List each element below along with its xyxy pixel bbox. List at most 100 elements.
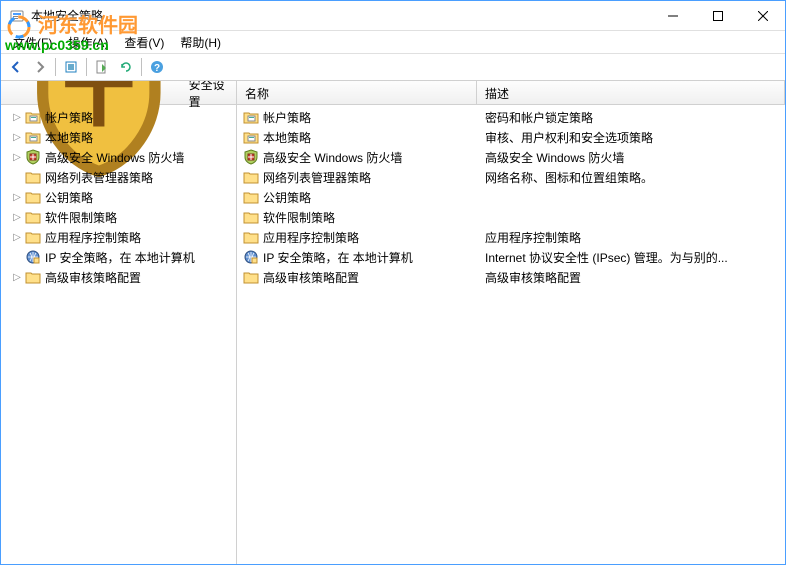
- expander-icon[interactable]: ▷: [9, 152, 25, 163]
- back-icon: [8, 59, 24, 75]
- expander-icon[interactable]: ▷: [9, 272, 25, 283]
- folder-policy-icon: [243, 129, 259, 145]
- list-row[interactable]: 帐户策略 密码和帐户锁定策略: [237, 107, 785, 127]
- menu-view[interactable]: 查看(V): [116, 32, 172, 53]
- menu-file[interactable]: 文件(F): [5, 32, 60, 53]
- list-item-desc: 应用程序控制策略: [477, 229, 785, 246]
- tree-item-label: 应用程序控制策略: [45, 229, 141, 246]
- export-button[interactable]: [91, 56, 113, 78]
- list-item-name: 应用程序控制策略: [263, 229, 359, 246]
- content-area: 安全设置 ▷帐户策略▷本地策略▷高级安全 Windows 防火墙网络列表管理器策…: [1, 81, 785, 564]
- tree-item-label: 本地策略: [45, 129, 93, 146]
- list-item-name: 本地策略: [263, 129, 311, 146]
- maximize-icon: [713, 11, 723, 21]
- refresh-icon: [118, 59, 134, 75]
- column-name[interactable]: 名称: [237, 81, 477, 104]
- folder-icon: [25, 229, 41, 245]
- list-item-name: 网络列表管理器策略: [263, 169, 371, 186]
- list-body: 帐户策略密码和帐户锁定策略本地策略审核、用户权利和安全选项策略高级安全 Wind…: [237, 105, 785, 289]
- titlebar: 本地安全策略: [1, 1, 785, 31]
- expander-icon[interactable]: ▷: [9, 192, 25, 203]
- back-button[interactable]: [5, 56, 27, 78]
- help-button[interactable]: ?: [146, 56, 168, 78]
- list-item-name: 公钥策略: [263, 189, 311, 206]
- tree-item-label: 软件限制策略: [45, 209, 117, 226]
- tree-item-label: 网络列表管理器策略: [45, 169, 153, 186]
- list-row[interactable]: 网络列表管理器策略 网络名称、图标和位置组策略。: [237, 167, 785, 187]
- forward-button[interactable]: [29, 56, 51, 78]
- expander-icon[interactable]: ▷: [9, 112, 25, 123]
- svg-text:?: ?: [154, 63, 160, 74]
- tree-item[interactable]: 网络列表管理器策略: [1, 167, 236, 187]
- tree-item-label: 公钥策略: [45, 189, 93, 206]
- list-row[interactable]: 公钥策略: [237, 187, 785, 207]
- list-item-desc: 密码和帐户锁定策略: [477, 109, 785, 126]
- up-button[interactable]: [60, 56, 82, 78]
- tree-item[interactable]: ▷ 应用程序控制策略: [1, 227, 236, 247]
- expander-icon[interactable]: ▷: [9, 132, 25, 143]
- folder-policy-icon: [243, 109, 259, 125]
- menu-action[interactable]: 操作(A): [60, 32, 116, 53]
- folder-icon: [243, 209, 259, 225]
- firewall-icon: [243, 149, 259, 165]
- list-row[interactable]: IP 安全策略，在 本地计算机Internet 协议安全性 (IPsec) 管理…: [237, 247, 785, 267]
- tree-item[interactable]: ▷ 公钥策略: [1, 187, 236, 207]
- list-row[interactable]: 本地策略 审核、用户权利和安全选项策略: [237, 127, 785, 147]
- close-icon: [758, 11, 768, 21]
- folder-icon: [243, 189, 259, 205]
- folder-icon: [25, 189, 41, 205]
- list-item-desc: 审核、用户权利和安全选项策略: [477, 129, 785, 146]
- tree-item[interactable]: IP 安全策略，在 本地计算机: [1, 247, 236, 267]
- folder-icon: [243, 229, 259, 245]
- expander-icon[interactable]: ▷: [9, 212, 25, 223]
- folder-policy-icon: [25, 109, 41, 125]
- list-item-desc: Internet 协议安全性 (IPsec) 管理。为与别的...: [477, 249, 785, 266]
- folder-policy-icon: [25, 129, 41, 145]
- ipsec-icon: [25, 249, 41, 265]
- list-row[interactable]: 高级审核策略配置高级审核策略配置: [237, 267, 785, 287]
- tree-header[interactable]: 安全设置: [1, 81, 236, 105]
- tree-item-label: IP 安全策略，在 本地计算机: [45, 249, 195, 266]
- firewall-icon: [25, 149, 41, 165]
- list-row[interactable]: 软件限制策略: [237, 207, 785, 227]
- tree-item[interactable]: ▷ 高级审核策略配置: [1, 267, 236, 287]
- toolbar-separator: [86, 58, 87, 76]
- list-item-desc: 网络名称、图标和位置组策略。: [477, 169, 785, 186]
- window-title: 本地安全策略: [31, 7, 650, 24]
- toolbar: ?: [1, 53, 785, 81]
- toolbar-separator: [55, 58, 56, 76]
- folder-icon: [25, 169, 41, 185]
- expander-icon[interactable]: ▷: [9, 232, 25, 243]
- export-icon: [94, 59, 110, 75]
- folder-icon: [243, 269, 259, 285]
- maximize-button[interactable]: [695, 1, 740, 30]
- refresh-button[interactable]: [115, 56, 137, 78]
- list-item-name: 帐户策略: [263, 109, 311, 126]
- menu-help[interactable]: 帮助(H): [172, 32, 229, 53]
- tree-item[interactable]: ▷ 软件限制策略: [1, 207, 236, 227]
- help-icon: ?: [149, 59, 165, 75]
- tree-item-label: 高级审核策略配置: [45, 269, 141, 286]
- folder-icon: [25, 269, 41, 285]
- list-item-name: 高级安全 Windows 防火墙: [263, 149, 402, 166]
- toolbar-separator: [141, 58, 142, 76]
- up-icon: [63, 59, 79, 75]
- list-item-name: 软件限制策略: [263, 209, 335, 226]
- app-icon: [9, 8, 25, 24]
- list-item-desc: 高级安全 Windows 防火墙: [477, 149, 785, 166]
- folder-icon: [243, 169, 259, 185]
- list-item-name: 高级审核策略配置: [263, 269, 359, 286]
- list-row[interactable]: 应用程序控制策略 应用程序控制策略: [237, 227, 785, 247]
- menubar: 文件(F) 操作(A) 查看(V) 帮助(H): [1, 31, 785, 53]
- tree-item-label: 高级安全 Windows 防火墙: [45, 149, 184, 166]
- minimize-icon: [668, 11, 678, 21]
- tree-header-label: 安全设置: [189, 81, 228, 110]
- list-row[interactable]: 高级安全 Windows 防火墙 高级安全 Windows 防火墙: [237, 147, 785, 167]
- tree-item-label: 帐户策略: [45, 109, 93, 126]
- column-desc[interactable]: 描述: [477, 81, 785, 104]
- minimize-button[interactable]: [650, 1, 695, 30]
- close-button[interactable]: [740, 1, 785, 30]
- folder-icon: [25, 209, 41, 225]
- list-panel: 名称 描述 帐户策略密码和帐户锁定策略本地策略审核、用户权利和安全选项策略高级安…: [237, 81, 785, 564]
- tree-item[interactable]: ▷ 高级安全 Windows 防火墙: [1, 147, 236, 167]
